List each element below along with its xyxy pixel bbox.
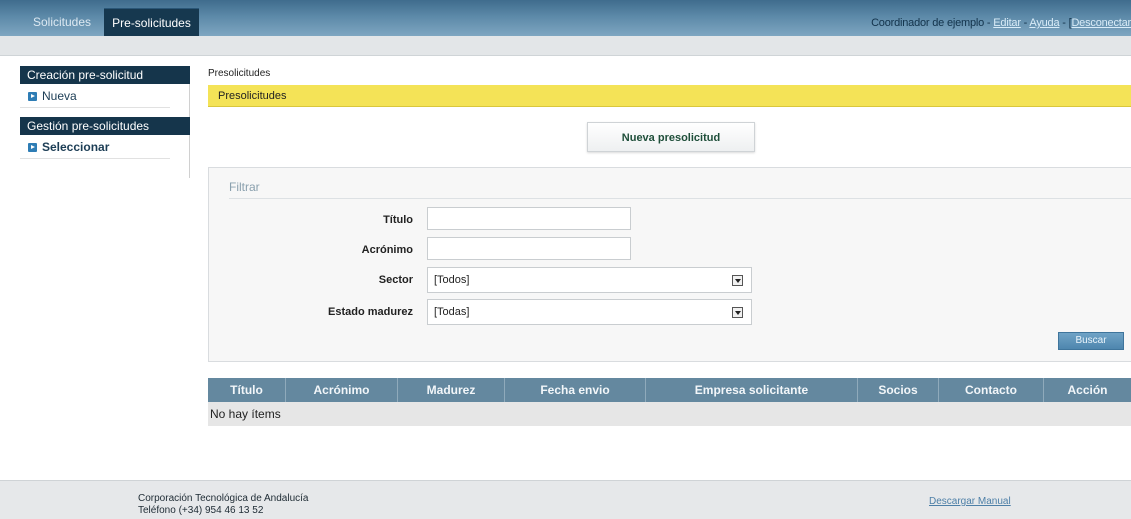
help-link[interactable]: Ayuda <box>1029 17 1059 29</box>
company-info: Corporación Tecnológica de Andalucía Tel… <box>138 493 309 517</box>
titulo-label: Título <box>383 214 413 226</box>
tab-solicitudes[interactable]: Solicitudes <box>22 8 102 36</box>
filter-row-estado: Estado madurez [Todas] <box>209 299 1131 325</box>
column-header[interactable]: Empresa solicitante <box>646 378 858 402</box>
download-manual-link[interactable]: Descargar Manual <box>929 496 1011 507</box>
page-title: Presolicitudes <box>208 85 1131 107</box>
divider <box>229 198 1131 199</box>
filter-title: Filtrar <box>229 180 260 194</box>
sidebar-item-seleccionar[interactable]: Seleccionar <box>20 135 170 159</box>
arrow-bullet-icon <box>28 92 37 101</box>
filter-panel: Filtrar Título Acrónimo Sector [Todos] E… <box>208 167 1131 362</box>
top-nav-bar: Solicitudes Pre-solicitudes Coordinador … <box>0 0 1131 36</box>
sidebar-item-label: Nueva <box>42 89 77 103</box>
company-phone: Teléfono (+34) 954 46 13 52 <box>138 505 264 516</box>
estado-select[interactable]: [Todas] <box>427 299 752 325</box>
arrow-bullet-icon <box>28 143 37 152</box>
column-header[interactable]: Fecha envio <box>505 378 646 402</box>
column-header[interactable]: Madurez <box>398 378 505 402</box>
filter-row-titulo: Título <box>209 207 1131 233</box>
sub-nav-bar <box>0 36 1131 56</box>
separator: - [ <box>1059 17 1072 29</box>
sidebar-section-gestion: Gestión pre-solicitudes <box>20 117 190 135</box>
chevron-down-icon[interactable] <box>732 275 743 286</box>
sector-label: Sector <box>378 274 413 286</box>
logout-link[interactable]: Desconectar <box>1071 17 1131 29</box>
table-empty-row: No hay ítems <box>208 402 1131 426</box>
breadcrumb: Presolicitudes <box>208 68 271 79</box>
column-header[interactable]: Título <box>208 378 286 402</box>
chevron-down-icon[interactable] <box>732 307 743 318</box>
table-header: Título Acrónimo Madurez Fecha envio Empr… <box>208 378 1131 402</box>
sidebar: Creación pre-solicitud Nueva Gestión pre… <box>20 66 190 178</box>
separator: - <box>984 17 994 29</box>
acronimo-label: Acrónimo <box>361 244 413 256</box>
search-button[interactable]: Buscar <box>1058 332 1124 350</box>
user-name: Coordinador de ejemplo <box>871 17 985 29</box>
new-presolicitud-button[interactable]: Nueva presolicitud <box>587 122 755 152</box>
sidebar-item-nueva[interactable]: Nueva <box>20 84 170 108</box>
acronimo-input[interactable] <box>427 237 631 260</box>
filter-row-sector: Sector [Todos] <box>209 267 1131 293</box>
company-name: Corporación Tecnológica de Andalucía <box>138 493 309 504</box>
column-header[interactable]: Acrónimo <box>286 378 398 402</box>
sidebar-section-creacion: Creación pre-solicitud <box>20 66 190 84</box>
estado-selected-value: [Todas] <box>434 306 470 318</box>
tab-pre-solicitudes[interactable]: Pre-solicitudes <box>104 8 199 36</box>
column-header[interactable]: Socios <box>858 378 939 402</box>
titulo-input[interactable] <box>427 207 631 230</box>
filter-row-acronimo: Acrónimo <box>209 237 1131 263</box>
sidebar-item-label: Seleccionar <box>42 140 110 154</box>
edit-link[interactable]: Editar <box>993 17 1021 29</box>
footer: Corporación Tecnológica de Andalucía Tel… <box>0 480 1131 519</box>
estado-label: Estado madurez <box>328 306 413 318</box>
column-header[interactable]: Contacto <box>939 378 1044 402</box>
sector-select[interactable]: [Todos] <box>427 267 752 293</box>
user-menu: Coordinador de ejemplo - Editar - Ayuda … <box>871 17 1131 29</box>
sector-selected-value: [Todos] <box>434 274 470 286</box>
column-header[interactable]: Acción <box>1044 378 1131 402</box>
